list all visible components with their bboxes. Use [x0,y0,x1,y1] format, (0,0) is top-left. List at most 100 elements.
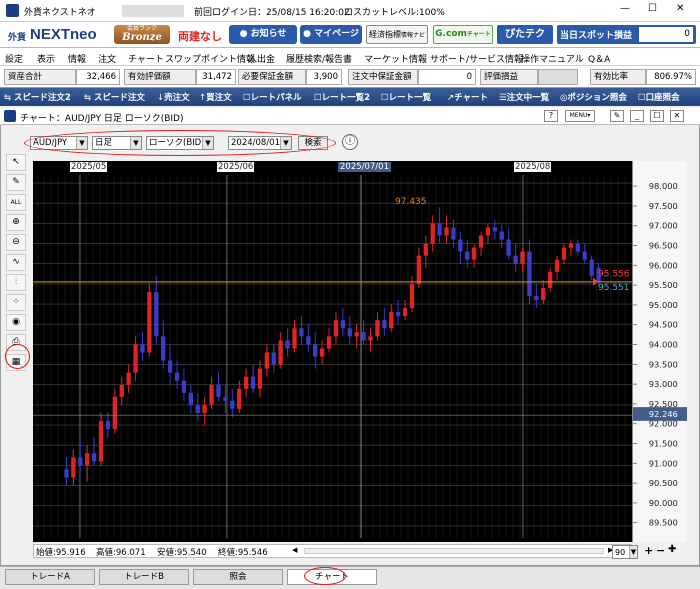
gcom-chart-button[interactable]: G.comチャート [433,25,493,44]
menu-swap[interactable]: スワップポイント情報 [165,52,255,65]
candle-body [354,332,359,337]
zoom-minus-icon[interactable]: − [656,544,665,557]
toolbar-rate-list[interactable]: ☐レート一覧 [381,91,431,103]
horizontal-scrollbar[interactable] [304,548,604,554]
price-tick-label: 91.000 [649,458,678,468]
hyouka-value [538,69,578,85]
toolbar-rate-list2[interactable]: ☐レート一覧2 [314,91,370,103]
minimize-button[interactable]: — [620,3,630,14]
toolbar-position[interactable]: ◎ポジション照会 [560,91,627,103]
menu-faq[interactable]: Q＆A [588,52,610,65]
menu-manual[interactable]: 操作マニュアル [521,52,584,65]
candle-body [499,231,504,240]
candle-body [333,320,339,337]
toolbar-rate-panel[interactable]: ☐レートパネル [243,91,302,103]
buy-order-label: 買注文 [206,93,232,103]
rank-caption: 会員ランク [126,25,157,32]
menu-info[interactable]: 情報 [68,52,86,65]
toolbar-speed-order[interactable]: ⇆ スピード注文 [84,91,145,103]
notice-label: お知らせ [250,29,287,39]
tab-inquiry[interactable]: 照会 [193,569,283,585]
chart-maximize-button[interactable]: ☐ [650,110,664,122]
clear-all-icon[interactable]: ALL [6,194,26,211]
candle-body [541,287,546,301]
candle-body [243,376,249,389]
chart-minimize-button[interactable]: _ [630,110,644,122]
help-button[interactable]: ? [544,110,558,122]
menu-chart[interactable]: チャート [128,52,164,65]
speed-order2-label: スピード注文2 [13,93,71,103]
x-label-crosshair: 2025/07/01 [338,162,391,172]
eye-icon[interactable]: ◉ [6,314,26,331]
candle-body [126,372,131,385]
brand-row: 外貨 NEXTneo 会員ランク Bronze 両建なし ● お知らせ ● マイ… [0,22,700,48]
rate-panel-label: レートパネル [250,93,302,103]
hyouka-label: 評価損益 [480,69,538,85]
close-button[interactable]: ✕ [676,3,684,14]
toolbar-order-list[interactable]: ☰注文中一覧 [499,91,549,103]
pin-icon[interactable]: ✎ [610,110,624,122]
candle-body [554,259,560,272]
toolbar-chart[interactable]: ↗チャート [447,91,488,103]
tab-trade-b[interactable]: トレードB [99,569,189,585]
rank-badge: 会員ランク Bronze [114,25,170,44]
chuumon-value: 0 [418,69,476,85]
settings-icon[interactable]: ⁘ [6,294,26,311]
spot-pnl-value-box: 0 [639,27,693,42]
toolbar-account[interactable]: ☐口座照会 [638,91,680,103]
candle-body [492,227,498,232]
spot-pnl-box: 当日スポット損益 0 [557,25,696,44]
oscillator-icon[interactable]: ⫶ [6,274,26,291]
economic-indicator-button[interactable]: 経済指標情報ナビ [366,25,428,44]
open-label: 始値:95.916 [36,546,86,558]
zoom-out-icon[interactable]: ⊖ [6,234,26,251]
candle-body [534,296,539,301]
close-label: 終値:95.546 [218,546,268,558]
menu-support[interactable]: サポート/サービス情報 [430,52,523,65]
menu-deposit[interactable]: 入出金 [248,52,275,65]
toolbar-buy-order[interactable]: ↑買注文 [199,91,232,103]
tab-trade-a[interactable]: トレードA [5,569,95,585]
add-chart-icon[interactable]: ✚ [668,544,676,555]
candle-body [209,384,214,405]
menu-view[interactable]: 表示 [37,52,55,65]
close-caption: 終値: [218,548,238,558]
pencil-icon[interactable]: ✎ [6,174,26,191]
candle-body [140,344,145,353]
chart-close-button[interactable]: ✕ [670,110,684,122]
menu-order[interactable]: 注文 [98,52,116,65]
logo-prefix: 外貨 [8,33,27,43]
rank-name: Bronze [122,32,162,43]
candle-body [465,251,470,260]
toolbar-sell-order[interactable]: ↓売注文 [157,91,190,103]
chart-menu-label: MENU [569,112,588,119]
candle-body [458,239,463,252]
logo: NEXTneo [30,26,97,43]
menu-history[interactable]: 履歴検索/報告書 [286,52,352,65]
zoom-plus-icon[interactable]: + [644,544,653,557]
chart-menu-button[interactable]: MENU▾ [565,110,595,122]
toolbar-speed-order2[interactable]: ⇆ スピード注文2 [4,91,71,103]
zoom-in-icon[interactable]: ⊕ [6,214,26,231]
loss-cut-level: ロスカットレベル:100% [344,8,445,18]
maximize-button[interactable]: ☐ [648,3,657,14]
pitatec-button[interactable]: ぴたテク [497,25,553,44]
candle-body [347,328,352,337]
bar-count-select[interactable]: 90 ▼ [612,545,638,559]
notice-button[interactable]: ● お知らせ [229,25,297,44]
candle-body [340,320,346,329]
bar-count-value: 90 [615,548,626,557]
candle-body [181,380,187,393]
candle-body [299,328,304,337]
mypage-button[interactable]: ● マイページ [300,25,362,44]
menu-market[interactable]: マーケット情報 [364,52,427,65]
price-tick-label: 97.000 [649,221,678,231]
scrollbar-left-icon[interactable]: ◀ [292,546,302,556]
indicator-icon[interactable]: ∿ [6,254,26,271]
candle-body [416,255,422,284]
candle-body [589,259,594,276]
candlestick-chart[interactable]: 97.435 95.556 95.551 [33,161,632,542]
menu-settings[interactable]: 設定 [5,52,23,65]
info-icon[interactable]: ⓘ [342,134,358,150]
cursor-icon[interactable]: ↖ [6,154,26,171]
